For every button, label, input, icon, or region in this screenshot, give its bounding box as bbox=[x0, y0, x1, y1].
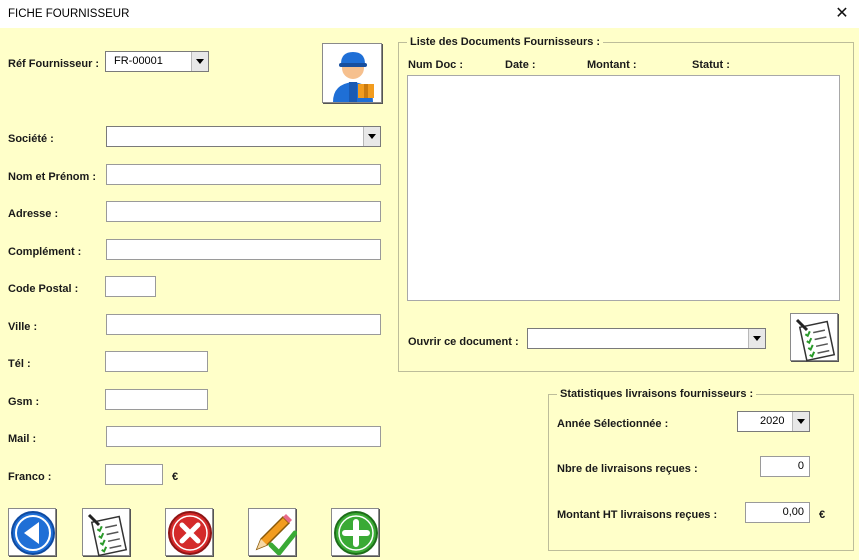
tel-label: Tél : bbox=[8, 358, 31, 370]
list-documents-button[interactable] bbox=[82, 508, 130, 557]
franco-label: Franco : bbox=[8, 471, 52, 483]
edit-button[interactable] bbox=[248, 508, 297, 556]
supplier-avatar-button[interactable] bbox=[322, 43, 382, 103]
count-field: 0 bbox=[760, 456, 810, 477]
tel-field[interactable] bbox=[105, 351, 208, 372]
chevron-down-icon[interactable] bbox=[748, 329, 765, 348]
window-title: FICHE FOURNISSEUR bbox=[8, 8, 130, 20]
ref-label: Réf Fournisseur : bbox=[8, 58, 100, 70]
back-button[interactable] bbox=[8, 508, 56, 556]
delete-x-icon bbox=[168, 511, 212, 555]
documents-frame-title: Liste des Documents Fournisseurs : bbox=[407, 36, 604, 48]
code-postal-field[interactable] bbox=[105, 276, 156, 297]
col-date: Date : bbox=[505, 59, 536, 71]
ref-fournisseur-value: FR-00001 bbox=[114, 55, 163, 67]
year-value: 2020 bbox=[760, 415, 785, 427]
close-icon[interactable]: ✕ bbox=[831, 3, 853, 25]
delivery-worker-icon bbox=[333, 52, 374, 102]
nom-label: Nom et Prénom : bbox=[8, 171, 97, 183]
code-postal-label: Code Postal : bbox=[8, 283, 79, 295]
chevron-down-icon[interactable] bbox=[363, 127, 380, 146]
chevron-down-icon[interactable] bbox=[191, 52, 208, 71]
amount-unit: € bbox=[819, 509, 826, 521]
complement-label: Complément : bbox=[8, 246, 82, 258]
ref-fournisseur-combo[interactable]: FR-00001 bbox=[105, 51, 209, 72]
franco-unit: € bbox=[172, 471, 179, 483]
ville-label: Ville : bbox=[8, 321, 38, 333]
franco-field[interactable] bbox=[105, 464, 163, 485]
open-document-combo[interactable] bbox=[527, 328, 766, 349]
year-combo[interactable]: 2020 bbox=[737, 411, 810, 432]
delete-button[interactable] bbox=[165, 508, 213, 556]
title-bar: FICHE FOURNISSEUR ✕ bbox=[0, 0, 859, 28]
back-arrow-icon bbox=[11, 511, 55, 555]
gsm-field[interactable] bbox=[105, 389, 208, 410]
col-statut: Statut : bbox=[692, 59, 730, 71]
open-document-label: Ouvrir ce document : bbox=[408, 336, 519, 348]
ville-field[interactable] bbox=[106, 314, 381, 335]
documents-list[interactable] bbox=[407, 75, 840, 301]
mail-label: Mail : bbox=[8, 433, 37, 445]
col-montant: Montant : bbox=[587, 59, 637, 71]
count-label: Nbre de livraisons reçues : bbox=[557, 463, 698, 475]
year-label: Année Sélectionnée : bbox=[557, 418, 669, 430]
gsm-label: Gsm : bbox=[8, 396, 40, 408]
supplier-form: Réf Fournisseur : FR-00001 Société : Nom… bbox=[0, 28, 859, 560]
document-checklist-icon bbox=[87, 513, 128, 557]
open-document-button[interactable] bbox=[790, 313, 838, 362]
col-num-doc: Num Doc : bbox=[408, 59, 463, 71]
amount-label: Montant HT livraisons reçues : bbox=[557, 509, 718, 521]
adresse-label: Adresse : bbox=[8, 208, 59, 220]
adresse-field[interactable] bbox=[106, 201, 381, 222]
nom-field[interactable] bbox=[106, 164, 381, 185]
mail-field[interactable] bbox=[106, 426, 381, 447]
complement-field[interactable] bbox=[106, 239, 381, 260]
add-button[interactable] bbox=[331, 508, 379, 556]
amount-field: 0,00 bbox=[745, 502, 810, 523]
chevron-down-icon[interactable] bbox=[792, 412, 809, 431]
stats-frame-title: Statistiques livraisons fournisseurs : bbox=[557, 388, 757, 400]
add-plus-icon bbox=[334, 511, 378, 555]
societe-label: Société : bbox=[8, 133, 54, 145]
societe-combo[interactable] bbox=[106, 126, 381, 147]
document-checklist-icon bbox=[795, 318, 836, 362]
pencil-check-icon bbox=[255, 514, 297, 556]
